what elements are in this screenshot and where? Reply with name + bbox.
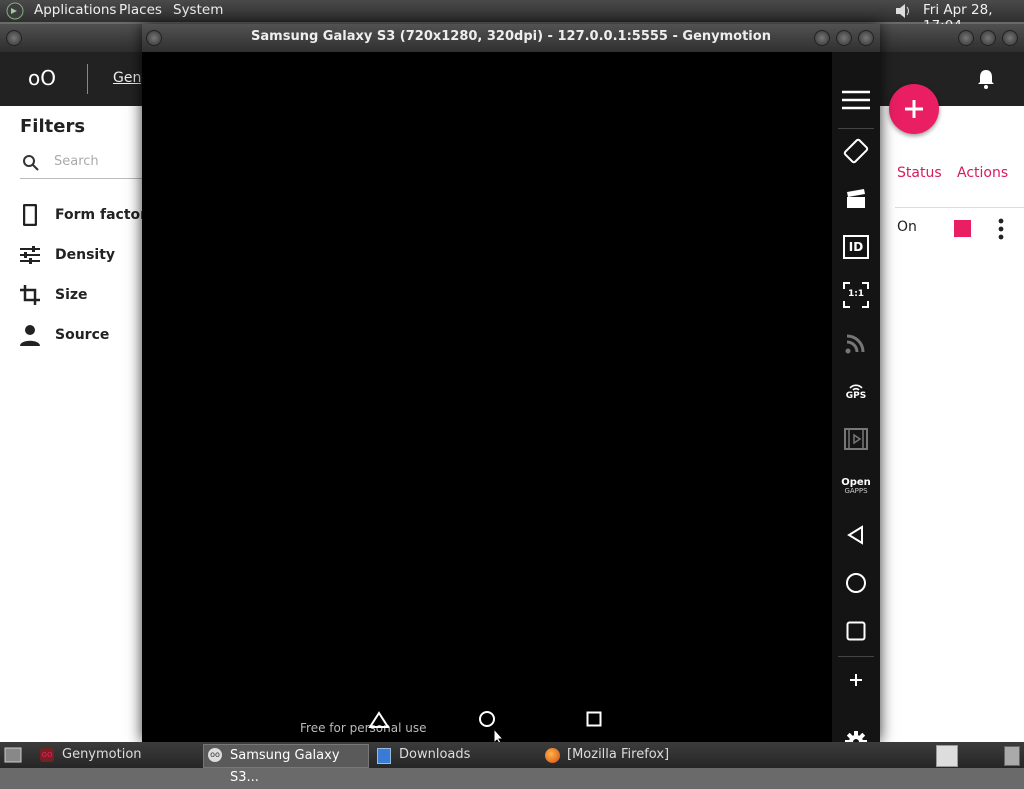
phone-icon [12, 204, 48, 226]
filter-search-box[interactable]: Search [20, 148, 142, 179]
filter-form-factor[interactable]: Form factor [12, 200, 147, 230]
android-recents-icon[interactable] [586, 711, 602, 731]
opengapps-label-bottom: GAPPS [844, 487, 868, 495]
broadcast-icon[interactable] [836, 323, 876, 363]
device-status: On [897, 219, 917, 235]
device-titlebar: Samsung Galaxy S3 (720x1280, 320dpi) - 1… [142, 24, 880, 52]
filter-label: Source [55, 327, 110, 343]
pixel-perfect-icon[interactable]: 1:1 [836, 275, 876, 315]
applications-menu[interactable]: Applications [34, 2, 116, 18]
rotate-icon[interactable] [836, 131, 876, 171]
notification-bell-icon[interactable] [976, 68, 996, 94]
device-minimize-button[interactable] [814, 30, 830, 46]
header-divider [895, 207, 1024, 208]
workspace-switcher[interactable] [936, 745, 958, 767]
recent-apps-icon[interactable] [836, 611, 876, 651]
stop-device-button[interactable] [954, 220, 971, 237]
gps-icon[interactable]: GPS [836, 371, 876, 411]
volume-icon[interactable] [893, 2, 913, 24]
maximize-button[interactable] [980, 30, 996, 46]
filter-label: Form factor [55, 207, 148, 223]
android-screen[interactable] [142, 52, 832, 742]
genymotion-logo: oO [28, 66, 56, 90]
filter-size[interactable]: Size [12, 280, 88, 310]
filters-title: Filters [20, 116, 86, 137]
person-icon [12, 323, 48, 347]
gnome-foot-icon[interactable] [6, 2, 24, 20]
actions-column-header[interactable]: Actions [957, 165, 1008, 181]
watermark-text: Free for personal use [300, 721, 427, 735]
hamburger-menu-icon[interactable] [836, 80, 876, 120]
filter-label: Size [55, 287, 88, 303]
taskbar-label: Samsung Galaxy S3... [230, 748, 340, 785]
opengapps-label-top: Open [841, 477, 871, 488]
back-button-icon[interactable] [836, 515, 876, 555]
toolbar-divider [838, 656, 874, 657]
toolbar-divider [838, 128, 874, 129]
device-window: Samsung Galaxy S3 (720x1280, 320dpi) - 1… [142, 24, 880, 753]
genymotion-app-icon: oo [40, 748, 54, 762]
status-column-header[interactable]: Status [897, 165, 942, 181]
gps-label: GPS [845, 390, 867, 401]
genymotion-app-icon: oo [208, 748, 222, 762]
filter-density[interactable]: Density [12, 240, 115, 270]
taskbar-label: Genymotion [62, 747, 142, 762]
bottom-taskbar: oo Genymotion oo Samsung Galaxy S3... Do… [0, 742, 1024, 785]
device-window-title: Samsung Galaxy S3 (720x1280, 320dpi) - 1… [251, 29, 771, 44]
appbar-divider [87, 64, 88, 94]
device-maximize-button[interactable] [836, 30, 852, 46]
search-icon [22, 154, 40, 176]
capture-icon[interactable] [836, 179, 876, 219]
folder-icon [377, 748, 391, 764]
device-id-label: ID [843, 235, 869, 259]
taskbar-label: Downloads [399, 747, 471, 762]
device-toolbar: ID 1:1 GPS Open GAPPS [832, 52, 880, 753]
taskbar-item-samsung[interactable]: oo Samsung Galaxy S3... [203, 744, 369, 785]
top-panel: Applications Places System Fri Apr 28, 1… [0, 0, 1024, 34]
firefox-icon [545, 748, 560, 763]
add-device-button[interactable] [889, 84, 939, 134]
window-menu-button[interactable] [6, 30, 22, 46]
show-desktop-icon[interactable] [4, 747, 22, 767]
device-close-button[interactable] [858, 30, 874, 46]
taskbar-item-firefox[interactable]: [Mozilla Firefox] [541, 744, 731, 766]
taskbar-item-genymotion[interactable]: oo Genymotion [36, 744, 196, 766]
taskbar-label: [Mozilla Firefox] [567, 747, 670, 762]
filter-label: Density [55, 247, 116, 263]
minimize-button[interactable] [958, 30, 974, 46]
tune-icon [12, 245, 48, 265]
search-placeholder: Search [54, 154, 99, 169]
filter-source[interactable]: Source [12, 320, 109, 350]
device-window-menu-button[interactable] [146, 30, 162, 46]
crop-icon [12, 284, 48, 306]
home-button-icon[interactable] [836, 563, 876, 603]
plus-icon [905, 100, 923, 118]
places-menu[interactable]: Places [119, 2, 162, 18]
taskbar-item-downloads[interactable]: Downloads [373, 744, 533, 766]
android-back-icon[interactable] [368, 710, 390, 734]
system-menu[interactable]: System [173, 2, 223, 18]
add-widget-icon[interactable] [836, 660, 876, 700]
close-button[interactable] [1002, 30, 1018, 46]
media-injection-icon[interactable] [836, 419, 876, 459]
more-options-icon[interactable] [998, 218, 1004, 244]
trash-icon[interactable] [1004, 746, 1020, 766]
opengapps-icon[interactable]: Open GAPPS [836, 467, 876, 507]
scale-label: 1:1 [847, 289, 865, 299]
device-id-icon[interactable]: ID [836, 227, 876, 267]
